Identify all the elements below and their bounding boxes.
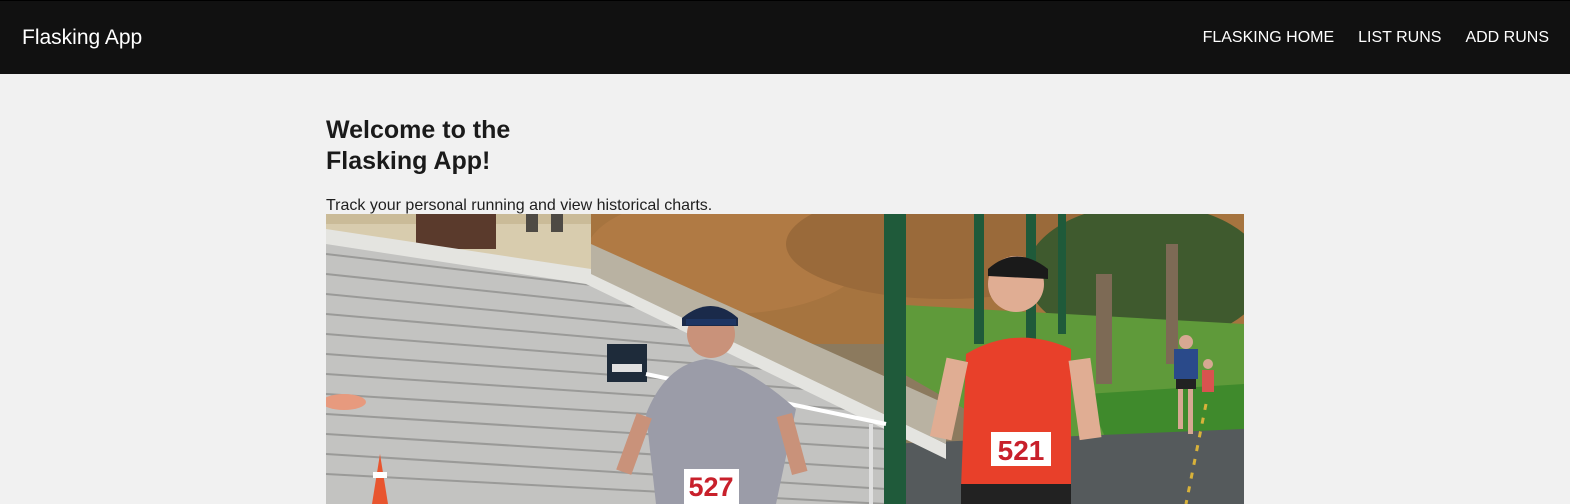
hero-image-illustration: 527 521 [326, 214, 1244, 504]
nav-link-list-runs[interactable]: LIST RUNS [1358, 28, 1441, 48]
page-title-line1: Welcome to the [326, 116, 511, 144]
nav-link-flasking-home[interactable]: FLASKING HOME [1203, 28, 1335, 48]
page-title: Welcome to the Flasking App! [326, 115, 586, 177]
page-subtitle: Track your personal running and view his… [326, 197, 713, 214]
page-title-line2: Flasking App! [326, 147, 491, 175]
nav-link-add-runs[interactable]: ADD RUNS [1465, 28, 1549, 48]
bib-number-left: 527 [688, 472, 733, 502]
nav-links: FLASKING HOME LIST RUNS ADD RUNS [1203, 28, 1549, 48]
top-navbar: Flasking App FLASKING HOME LIST RUNS ADD… [0, 0, 1570, 74]
hero-image-runners: 527 521 [326, 214, 1244, 504]
brand-link[interactable]: Flasking App [22, 25, 142, 51]
bib-number-right: 521 [998, 435, 1045, 466]
